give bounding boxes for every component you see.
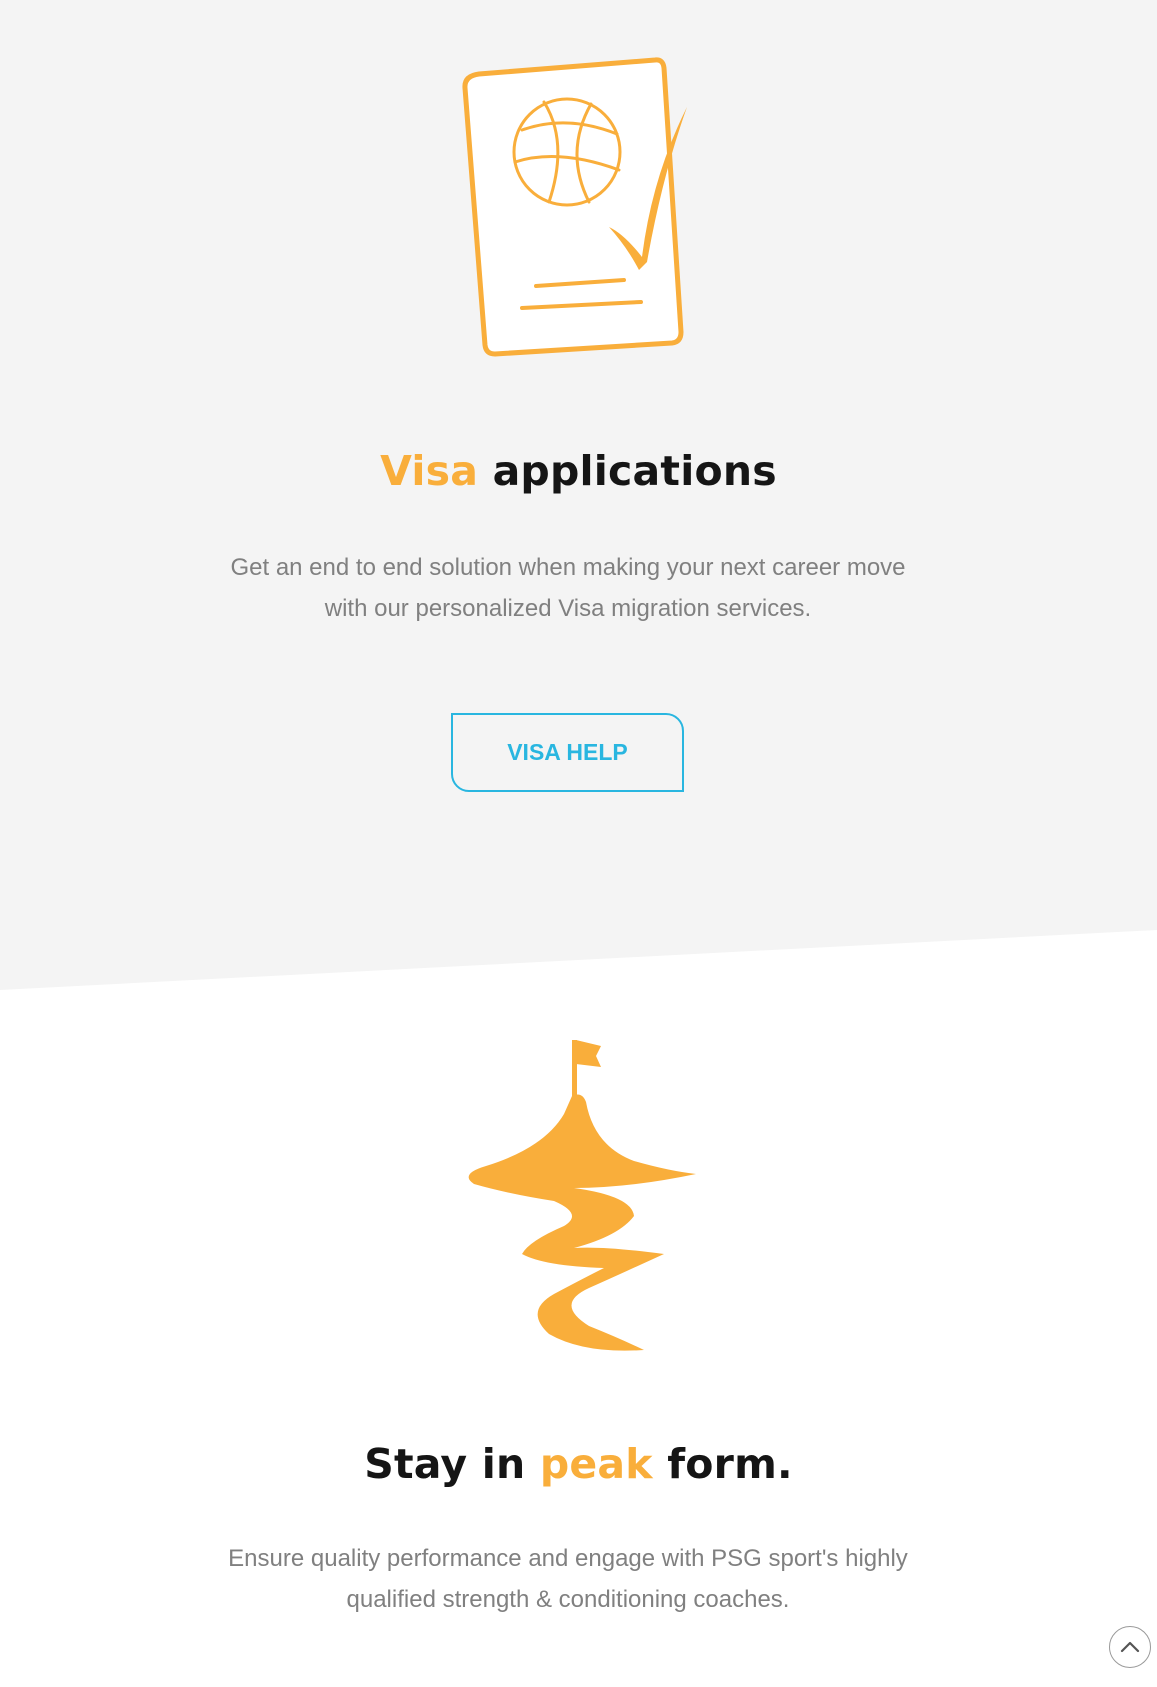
chevron-up-icon [1120, 1641, 1140, 1653]
peak-heading-post: form. [652, 1440, 793, 1488]
peak-description: Ensure quality performance and engage wi… [228, 1545, 908, 1613]
peak-heading-pre: Stay in [364, 1440, 540, 1488]
peak-heading: Stay in peak form. [0, 1440, 1157, 1488]
passport-check-icon [0, 52, 1157, 372]
peak-heading-accent: peak [539, 1440, 653, 1488]
visa-help-button[interactable]: VISA HELP [451, 713, 684, 792]
visa-heading-rest: applications [478, 447, 777, 495]
mountain-flag-icon [0, 1036, 1157, 1356]
visa-heading: Visa applications [0, 447, 1157, 495]
scroll-to-top-button[interactable] [1109, 1626, 1151, 1668]
visa-description: Get an end to end solution when making y… [230, 554, 906, 622]
visa-heading-accent: Visa [380, 447, 479, 495]
